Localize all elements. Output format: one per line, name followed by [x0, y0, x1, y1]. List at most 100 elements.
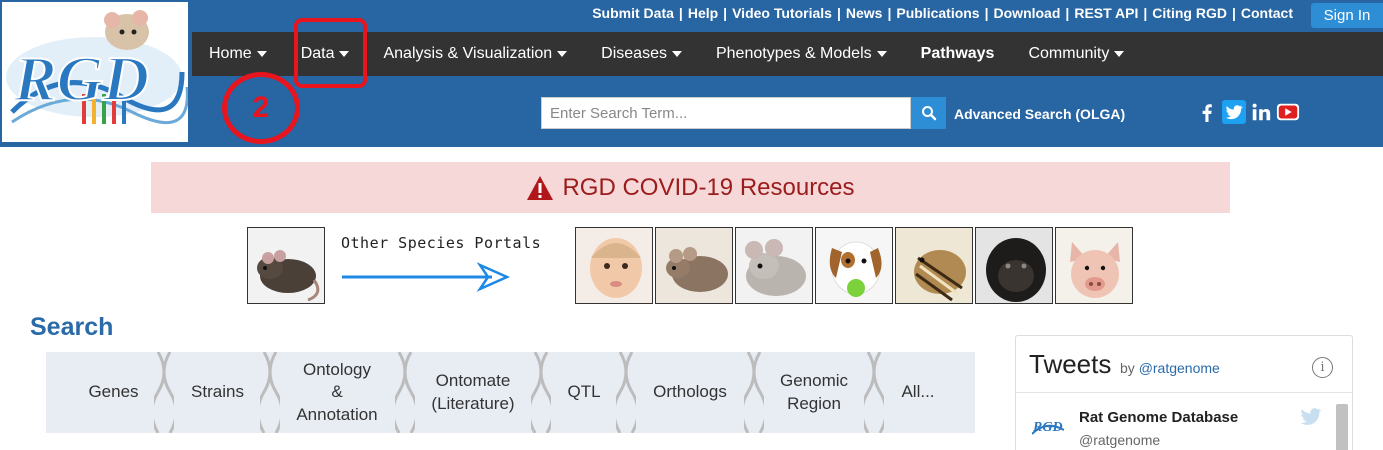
- link-separator: |: [984, 5, 989, 21]
- help-link[interactable]: Help: [688, 5, 718, 21]
- rgd-avatar: RGD: [1032, 420, 1064, 435]
- tweets-by-word: by: [1120, 360, 1135, 376]
- nav-diseases-label: Diseases: [601, 45, 667, 62]
- search-ontomate[interactable]: Ontomate (Literature): [422, 352, 524, 433]
- arrow-right-icon: [342, 262, 511, 292]
- annotation-step-badge: 2: [222, 72, 300, 144]
- sign-in-button[interactable]: Sign In: [1311, 3, 1383, 28]
- covid-banner-text: RGD COVID-19 Resources: [562, 173, 855, 201]
- bonobo-image: [976, 228, 1052, 303]
- nav-diseases[interactable]: Diseases: [584, 32, 699, 76]
- squirrel-image: [896, 228, 972, 303]
- tweets-by-line: by @ratgenome: [1120, 360, 1220, 376]
- other-species-label: Other Species Portals: [341, 234, 542, 252]
- portal-bonobo[interactable]: [975, 227, 1053, 304]
- social-links: [1195, 100, 1300, 124]
- svg-text:RGD: RGD: [13, 43, 149, 114]
- video-tutorials-link[interactable]: Video Tutorials: [732, 5, 832, 21]
- portal-human[interactable]: [575, 227, 653, 304]
- portal-pig[interactable]: [1055, 227, 1133, 304]
- search-genes-label: Genes: [88, 382, 139, 402]
- caret-down-icon: [1114, 51, 1125, 57]
- search-genes[interactable]: Genes: [76, 352, 151, 433]
- dna-helix-icon: [864, 352, 884, 433]
- nav-phenotypes[interactable]: Phenotypes & Models: [699, 32, 904, 76]
- tweets-widget: Tweets by @ratgenome i RGD Rat Genome Da…: [1015, 335, 1353, 450]
- search-genomic-region[interactable]: Genomic Region: [769, 352, 859, 433]
- nav-pathways[interactable]: Pathways: [904, 32, 1012, 76]
- link-separator: |: [1143, 5, 1148, 21]
- rest-api-link[interactable]: REST API: [1074, 5, 1138, 21]
- human-image: [576, 228, 652, 303]
- submit-data-link[interactable]: Submit Data: [592, 5, 674, 21]
- top-links: Submit Data | Help | Video Tutorials | News…: [592, 5, 1293, 21]
- search-qtl[interactable]: QTL: [556, 352, 612, 433]
- publications-link[interactable]: Publications: [896, 5, 979, 21]
- twitter-icon[interactable]: [1222, 100, 1246, 124]
- tweets-handle-link[interactable]: @ratgenome: [1139, 360, 1220, 376]
- tweet-account-handle[interactable]: @ratgenome: [1079, 432, 1160, 448]
- info-icon[interactable]: i: [1312, 357, 1333, 378]
- link-separator: |: [1065, 5, 1070, 21]
- portal-chinchilla[interactable]: [735, 227, 813, 304]
- advanced-search-link[interactable]: Advanced Search (OLGA): [954, 106, 1125, 122]
- nav-community[interactable]: Community: [1011, 32, 1141, 76]
- search-all-label: All...: [901, 382, 935, 402]
- search-strains[interactable]: Strains: [180, 352, 255, 433]
- search-button[interactable]: [911, 97, 946, 129]
- search-input[interactable]: [541, 97, 911, 129]
- main-nav: Home Data Analysis & Visualization Disea…: [192, 32, 1383, 76]
- link-separator: |: [678, 5, 683, 21]
- search-ontology-label: Ontology & Annotation: [296, 360, 378, 424]
- dna-helix-icon: [744, 352, 764, 433]
- pig-image: [1056, 228, 1132, 303]
- tweet-account-name[interactable]: Rat Genome Database: [1079, 409, 1238, 426]
- nav-phenotypes-label: Phenotypes & Models: [715, 45, 872, 62]
- portal-rat[interactable]: [247, 227, 325, 304]
- link-separator: |: [723, 5, 728, 21]
- tweets-title: Tweets: [1029, 349, 1112, 379]
- chinchilla-image: [736, 228, 812, 303]
- contact-link[interactable]: Contact: [1241, 5, 1293, 21]
- tweets-divider: [1016, 392, 1352, 393]
- dna-helix-icon: [531, 352, 551, 433]
- facebook-icon[interactable]: [1195, 100, 1219, 124]
- search-orthologs[interactable]: Orthologs: [642, 352, 738, 433]
- portal-mouse[interactable]: [655, 227, 733, 304]
- dna-helix-icon: [616, 352, 636, 433]
- dna-helix-icon: [395, 352, 415, 433]
- mouse-image: [656, 228, 732, 303]
- dog-image: [816, 228, 892, 303]
- svg-text:RGD: RGD: [1032, 420, 1063, 435]
- nav-analysis-label: Analysis & Visualization: [383, 45, 553, 62]
- rgd-logo[interactable]: RGD: [0, 0, 190, 144]
- citing-rgd-link[interactable]: Citing RGD: [1152, 5, 1227, 21]
- twitter-bird-icon[interactable]: [1300, 408, 1322, 426]
- tweets-scrollbar[interactable]: [1336, 404, 1348, 450]
- link-separator: |: [887, 5, 892, 21]
- youtube-icon[interactable]: [1276, 100, 1300, 124]
- portal-squirrel[interactable]: [895, 227, 973, 304]
- site-header: RGD Submit Data | Help | Video Tutorials | …: [0, 0, 1383, 147]
- nav-home[interactable]: Home: [192, 32, 284, 76]
- search-all[interactable]: All...: [890, 352, 946, 433]
- search-qtl-label: QTL: [567, 382, 601, 402]
- search-orthologs-label: Orthologs: [653, 382, 727, 402]
- linkedin-icon[interactable]: [1249, 100, 1273, 124]
- portal-dog[interactable]: [815, 227, 893, 304]
- warning-icon: [527, 175, 554, 200]
- news-link[interactable]: News: [846, 5, 883, 21]
- search-category-bar: Genes Strains Ontology & Annotation Onto…: [46, 352, 975, 433]
- search-genomic-region-label: Genomic Region: [779, 371, 849, 413]
- nav-home-label: Home: [209, 45, 252, 62]
- annotation-step-number: 2: [252, 91, 270, 124]
- download-link[interactable]: Download: [994, 5, 1061, 21]
- caret-down-icon: [557, 51, 568, 57]
- link-separator: |: [1231, 5, 1236, 21]
- nav-analysis[interactable]: Analysis & Visualization: [366, 32, 584, 76]
- rgd-logo-graphic: RGD: [6, 10, 188, 125]
- annotation-highlight-box: [294, 18, 367, 88]
- covid-banner[interactable]: RGD COVID-19 Resources: [151, 162, 1230, 213]
- nav-community-label: Community: [1028, 45, 1110, 62]
- search-ontology[interactable]: Ontology & Annotation: [286, 352, 388, 433]
